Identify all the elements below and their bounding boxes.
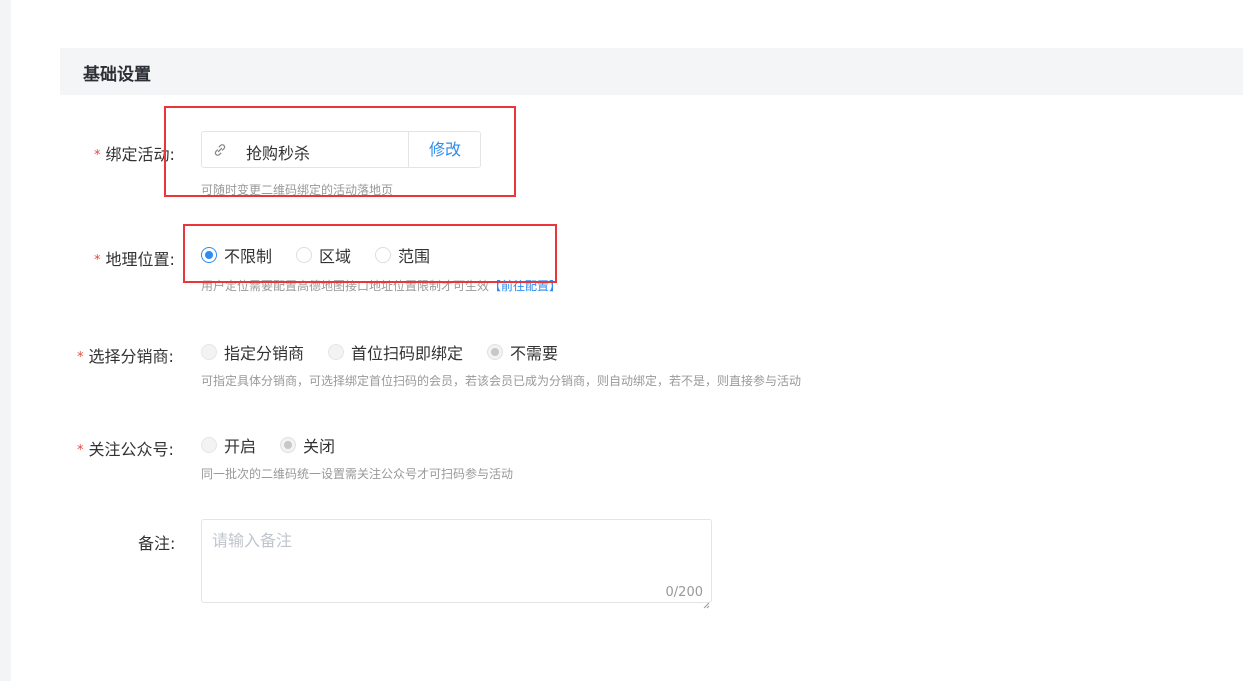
bind-activity-help: 可随时变更二维码绑定的活动落地页: [201, 183, 394, 197]
geo-radio-group: 不限制 区域 范围: [201, 244, 454, 266]
required-mark: *: [77, 443, 84, 458]
remark-char-count: 0/200: [665, 585, 703, 600]
geo-label: * 地理位置:: [94, 250, 175, 269]
resize-grip-icon[interactable]: [703, 594, 710, 609]
radio-disabled-checked-icon: [487, 344, 504, 360]
radio-disabled-icon: [328, 344, 345, 360]
follow-account-option-off[interactable]: 关闭: [280, 433, 335, 457]
radio-icon: [375, 247, 392, 263]
follow-account-label: * 关注公众号:: [77, 440, 174, 459]
distributor-option-specify[interactable]: 指定分销商: [201, 340, 304, 364]
remark-placeholder: 请输入备注: [212, 531, 293, 550]
link-icon: [212, 142, 228, 158]
section-title: 基础设置: [83, 65, 151, 85]
required-mark: *: [94, 253, 101, 268]
radio-checked-icon: [201, 247, 217, 263]
left-side-strip: [0, 0, 11, 681]
section-header: 基础设置: [60, 48, 1243, 95]
distributor-label: * 选择分销商:: [77, 347, 174, 366]
goto-config-link[interactable]: 【前往配置】: [489, 279, 561, 293]
follow-account-help: 同一批次的二维码统一设置需关注公众号才可扫码参与活动: [201, 467, 514, 481]
bind-activity-label: * 绑定活动:: [94, 145, 175, 164]
modify-button[interactable]: 修改: [409, 132, 481, 167]
follow-account-radio-group: 开启 关闭: [201, 434, 359, 456]
distributor-option-none[interactable]: 不需要: [487, 340, 558, 364]
geo-option-range[interactable]: 范围: [375, 243, 430, 267]
bind-activity-value: 抢购秒杀: [246, 144, 311, 163]
bind-activity-field[interactable]: 抢购秒杀 修改: [201, 131, 481, 168]
distributor-option-first-scan[interactable]: 首位扫码即绑定: [328, 340, 463, 364]
radio-disabled-checked-icon: [280, 437, 297, 453]
required-mark: *: [94, 148, 101, 163]
geo-option-region[interactable]: 区域: [296, 243, 351, 267]
required-mark: *: [77, 350, 84, 365]
radio-icon: [296, 247, 313, 263]
remark-label: 备注:: [138, 534, 176, 553]
distributor-radio-group: 指定分销商 首位扫码即绑定 不需要: [201, 341, 582, 363]
radio-disabled-icon: [201, 437, 217, 453]
follow-account-option-on[interactable]: 开启: [201, 433, 256, 457]
geo-help: 用户定位需要配置高德地图接口地址位置限制才可生效【前往配置】: [201, 279, 562, 293]
geo-option-unlimited[interactable]: 不限制: [201, 243, 272, 267]
remark-textarea[interactable]: 请输入备注 0/200: [201, 519, 712, 609]
radio-disabled-icon: [201, 344, 217, 360]
distributor-help: 可指定具体分销商，可选择绑定首位扫码的会员，若该会员已成为分销商，则自动绑定，若…: [201, 374, 802, 388]
